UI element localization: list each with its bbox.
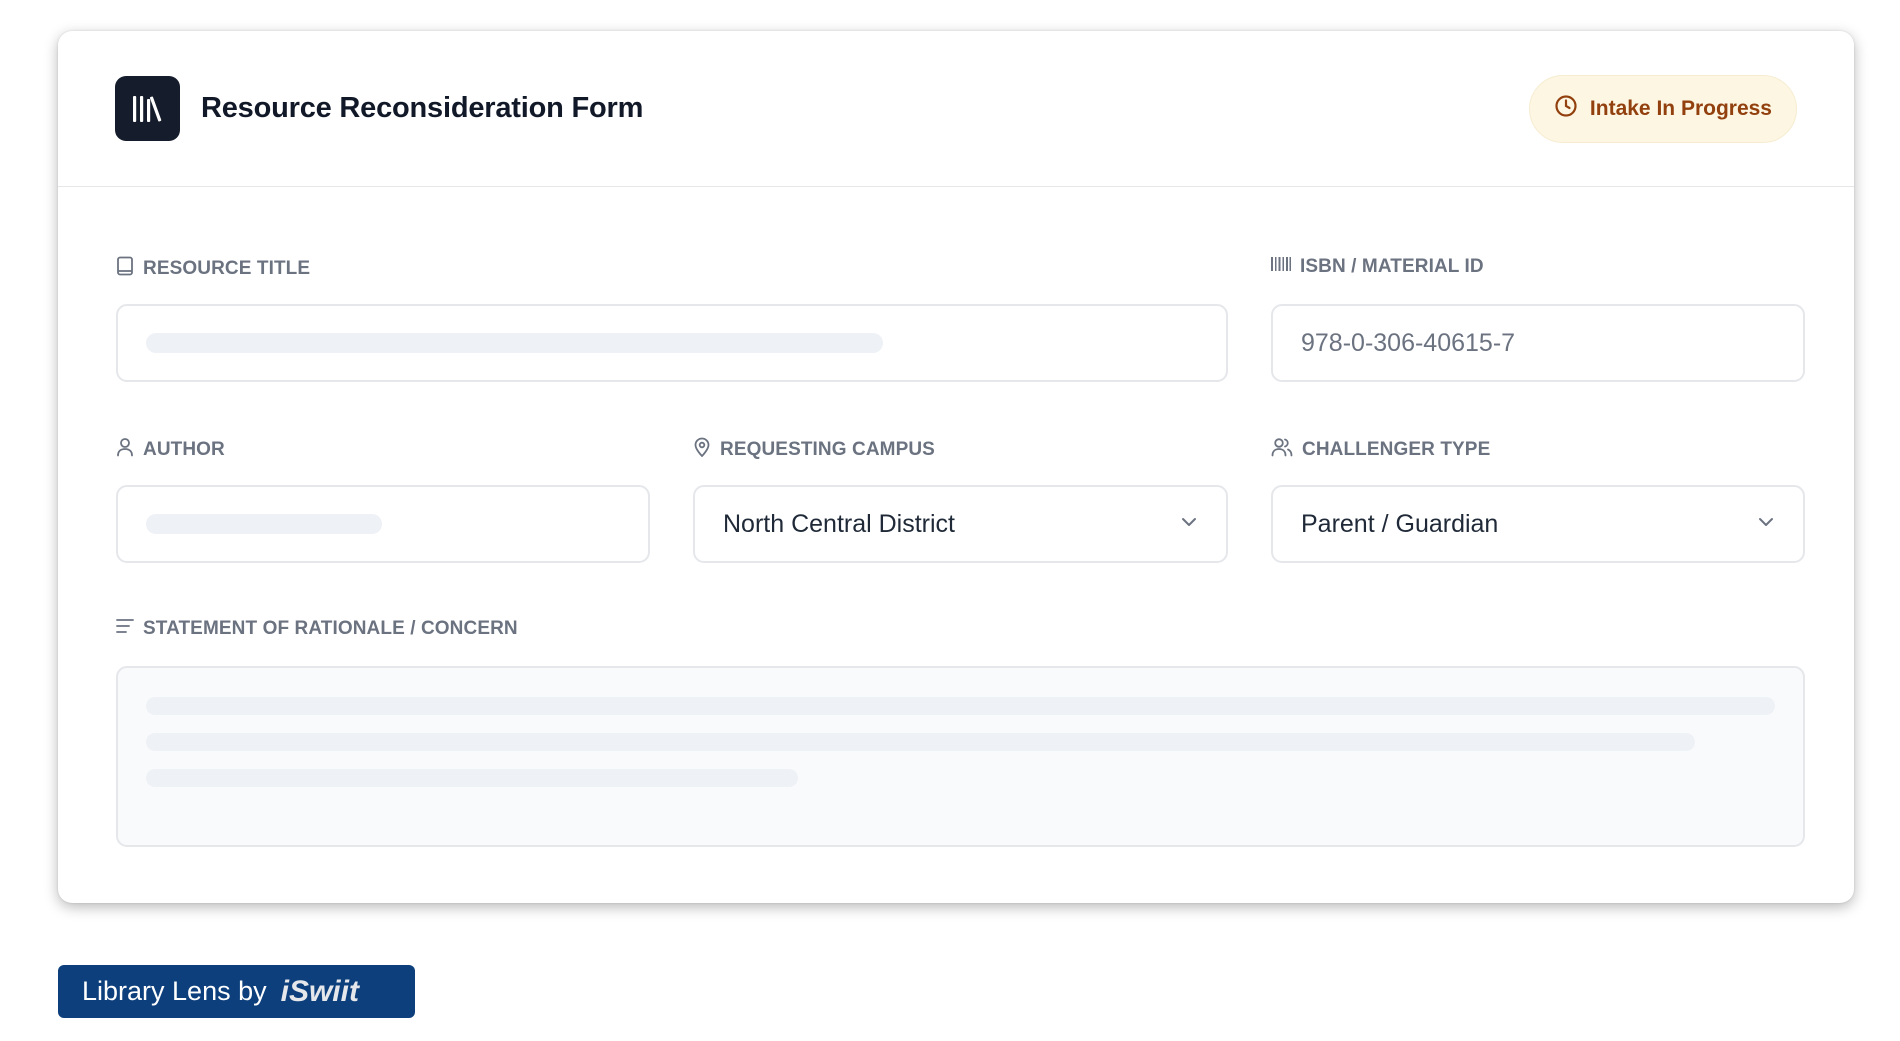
book-icon [116,256,134,282]
page-title: Resource Reconsideration Form [201,92,644,124]
form-card: Resource Reconsideration Form Intake In … [58,31,1854,903]
isbn-label: ISBN / MATERIAL ID [1271,256,1484,278]
resource-title-label: RESOURCE TITLE [116,256,310,282]
loading-skeleton [146,697,1775,715]
clock-icon [1554,94,1578,124]
loading-skeleton [146,514,382,534]
iswiit-logo: iSwiit [280,974,359,1008]
status-badge: Intake In Progress [1528,74,1797,143]
form-header: Resource Reconsideration Form Intake In … [58,31,1854,187]
chevron-down-icon [1180,515,1198,533]
loading-skeleton [146,733,1695,751]
text-lines-icon [116,618,134,640]
barcode-icon [1271,256,1291,278]
campus-selected-value: North Central District [723,509,955,538]
author-label: AUTHOR [116,437,225,463]
library-books-icon [115,76,180,141]
campus-label: REQUESTING CAMPUS [693,437,935,463]
loading-skeleton [146,333,883,353]
challenger-selected-value: Parent / Guardian [1301,509,1499,538]
brand-banner[interactable]: Library Lens by iSwiit [58,965,415,1018]
status-label: Intake In Progress [1589,96,1772,120]
campus-select[interactable]: North Central District [693,485,1228,563]
challenger-type-select[interactable]: Parent / Guardian [1271,485,1805,563]
isbn-input[interactable]: 978-0-306-40615-7 [1271,304,1805,382]
isbn-placeholder: 978-0-306-40615-7 [1301,328,1516,357]
brand-text: Library Lens by [82,976,267,1006]
users-icon [1271,437,1293,463]
resource-title-input[interactable] [116,304,1228,382]
chevron-down-icon [1757,515,1775,533]
author-input[interactable] [116,485,650,563]
loading-skeleton [146,769,798,787]
challenger-label: CHALLENGER TYPE [1271,437,1490,463]
rationale-label: STATEMENT OF RATIONALE / CONCERN [116,618,518,640]
user-icon [116,437,134,463]
rationale-textarea[interactable] [116,666,1805,847]
map-pin-icon [693,437,711,463]
